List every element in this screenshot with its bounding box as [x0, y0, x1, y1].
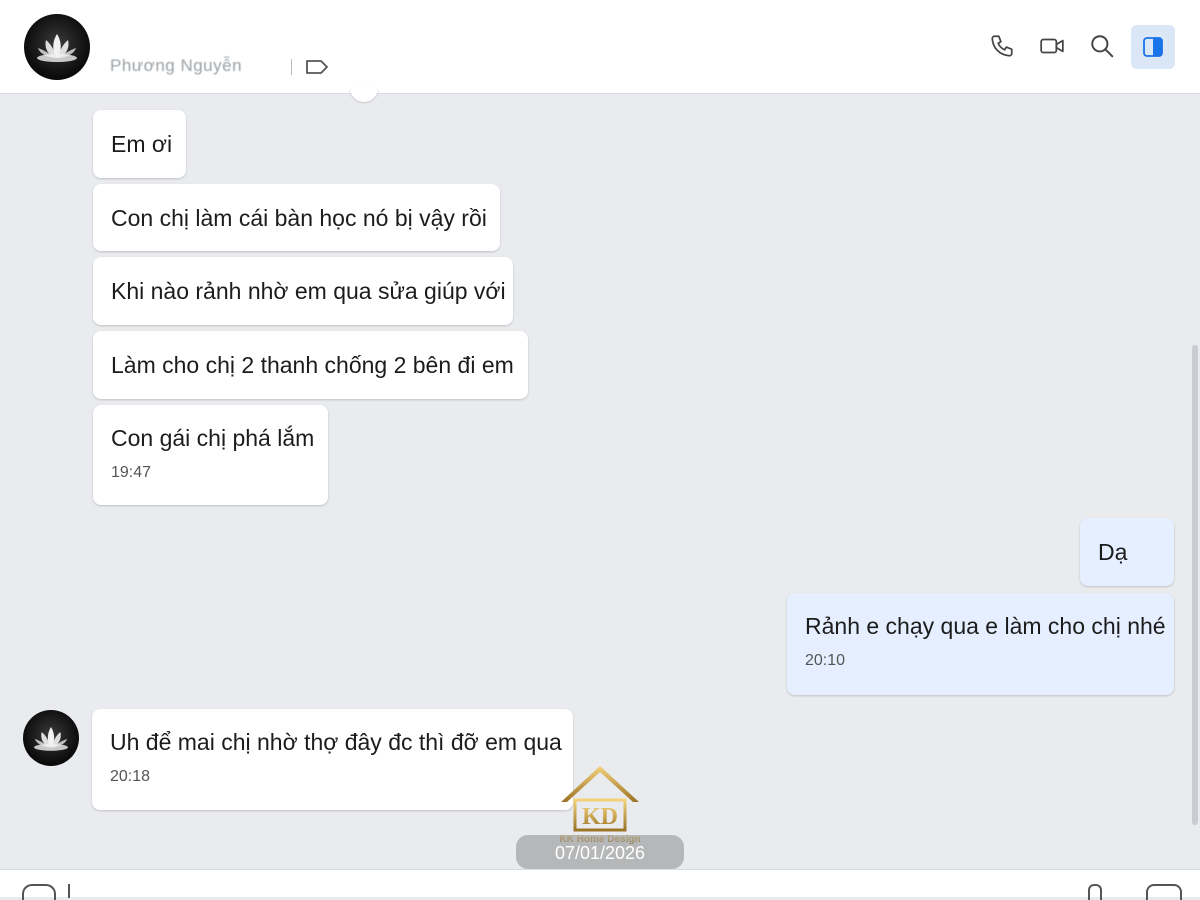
message-received[interactable]: Uh để mai chị nhờ thợ đây đc thì đỡ em q… — [92, 709, 573, 810]
message-text: Con gái chị phá lắm — [111, 425, 315, 451]
message-text: Làm cho chị 2 thanh chống 2 bên đi em — [111, 352, 514, 378]
message-received[interactable]: Con chị làm cái bàn học nó bị vậy rồi — [93, 184, 500, 251]
message-text: Uh để mai chị nhờ thợ đây đc thì đỡ em q… — [110, 729, 562, 755]
chat-header: Phương Nguyễn — [0, 0, 1200, 94]
message-sent[interactable]: Dạ — [1080, 518, 1174, 586]
message-text: Con chị làm cái bàn học nó bị vậy rồi — [111, 205, 487, 231]
contact-name[interactable]: Phương Nguyễn — [110, 56, 242, 76]
tag-icon[interactable] — [305, 58, 329, 76]
message-composer[interactable] — [0, 869, 1200, 900]
contact-avatar[interactable] — [24, 14, 90, 80]
message-received[interactable]: Làm cho chị 2 thanh chống 2 bên đi em — [93, 331, 528, 399]
message-received[interactable]: Em ơi — [93, 110, 186, 178]
message-text: Em ơi — [111, 131, 173, 157]
more-icon[interactable] — [1146, 884, 1182, 900]
lotus-icon — [34, 726, 68, 751]
message-time: 20:18 — [110, 768, 151, 785]
watermark-logo: KD KK Home Design — [559, 766, 641, 845]
message-received[interactable]: Khi nào rảnh nhờ em qua sửa giúp với — [93, 257, 513, 325]
message-sent[interactable]: Rảnh e chạy qua e làm cho chị nhé 20:10 — [787, 593, 1174, 695]
scrollbar[interactable] — [1192, 345, 1198, 825]
search-icon[interactable] — [1086, 30, 1118, 62]
message-text: Rảnh e chạy qua e làm cho chị nhé — [805, 613, 1166, 639]
emoji-icon[interactable] — [22, 884, 56, 900]
date-stamp: 07/01/2026 — [516, 835, 684, 869]
scroll-anchor — [350, 88, 378, 102]
header-divider — [291, 59, 292, 75]
mic-icon[interactable] — [1088, 884, 1102, 900]
message-time: 19:47 — [111, 464, 152, 481]
phone-icon[interactable] — [986, 30, 1018, 62]
message-received[interactable]: Con gái chị phá lắm 19:47 — [93, 405, 328, 505]
sender-avatar[interactable] — [23, 710, 79, 766]
svg-text:KD: KD — [582, 804, 618, 830]
video-icon[interactable] — [1036, 30, 1068, 62]
message-text: Khi nào rảnh nhờ em qua sửa giúp với — [111, 278, 506, 304]
message-text: Dạ — [1098, 539, 1128, 565]
lotus-icon — [37, 34, 77, 62]
message-time: 20:10 — [805, 652, 846, 669]
panel-toggle-icon[interactable] — [1131, 25, 1175, 69]
